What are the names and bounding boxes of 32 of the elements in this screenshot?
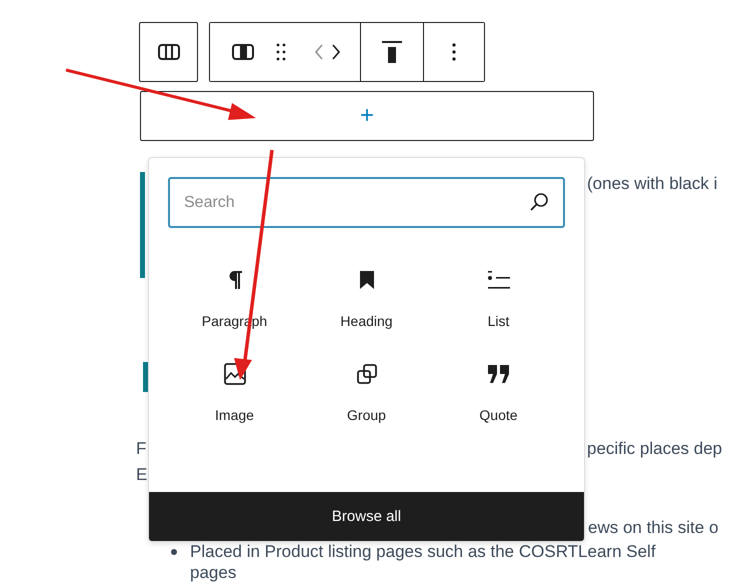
columns-button[interactable]: [139, 22, 198, 82]
chevron-left-icon: [315, 44, 323, 60]
block-option[interactable]: Quote: [432, 359, 564, 427]
align-top-icon: [382, 41, 402, 63]
add-block-button[interactable]: +: [140, 91, 594, 141]
body-text: pecific places dep: [587, 438, 722, 460]
group-icon: [356, 363, 376, 385]
columns-icon: [158, 44, 180, 60]
body-text: ews on this site o: [588, 517, 718, 539]
block-option[interactable]: List: [432, 265, 564, 333]
search-field[interactable]: Search: [168, 177, 565, 228]
block-option[interactable]: Heading: [300, 265, 432, 333]
paragraph-icon: [226, 269, 242, 291]
search-icon: [529, 192, 549, 212]
bookmark-icon: [360, 269, 374, 291]
block-option[interactable]: Image: [168, 359, 300, 427]
list-item-text: Placed in Product listing pages such as the COSRTLearn Self: [190, 542, 656, 562]
browse-all-button[interactable]: Browse all: [149, 492, 584, 541]
more-icon: [452, 43, 456, 61]
chevron-right-icon: [332, 44, 340, 60]
block-option[interactable]: Group: [300, 359, 432, 427]
image-icon: [224, 363, 246, 385]
body-text: E: [136, 464, 148, 486]
bullet-dot: [171, 548, 177, 554]
column-icon: [232, 44, 254, 60]
drag-icon: [276, 43, 286, 61]
body-text: pages: [190, 563, 236, 582]
body-text: (ones with black i: [587, 173, 718, 195]
quote-icon: [488, 363, 510, 385]
more-options-button[interactable]: [423, 23, 484, 81]
body-text: F: [136, 438, 148, 460]
list-icon: [488, 269, 510, 291]
